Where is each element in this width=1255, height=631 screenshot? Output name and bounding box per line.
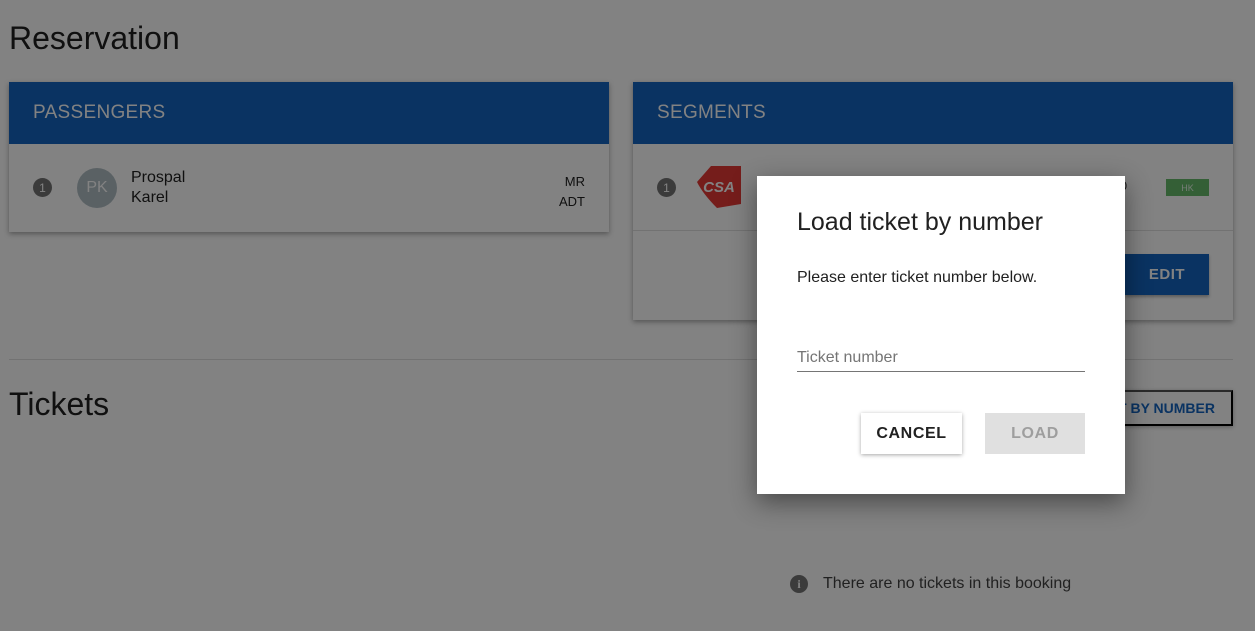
cancel-button[interactable]: CANCEL bbox=[861, 413, 962, 454]
dialog-title: Load ticket by number bbox=[797, 208, 1043, 236]
load-ticket-dialog: Load ticket by number Please enter ticke… bbox=[757, 176, 1125, 494]
load-button[interactable]: LOAD bbox=[985, 413, 1085, 454]
dialog-message: Please enter ticket number below. bbox=[797, 269, 1038, 286]
ticket-number-input[interactable] bbox=[797, 344, 1085, 372]
